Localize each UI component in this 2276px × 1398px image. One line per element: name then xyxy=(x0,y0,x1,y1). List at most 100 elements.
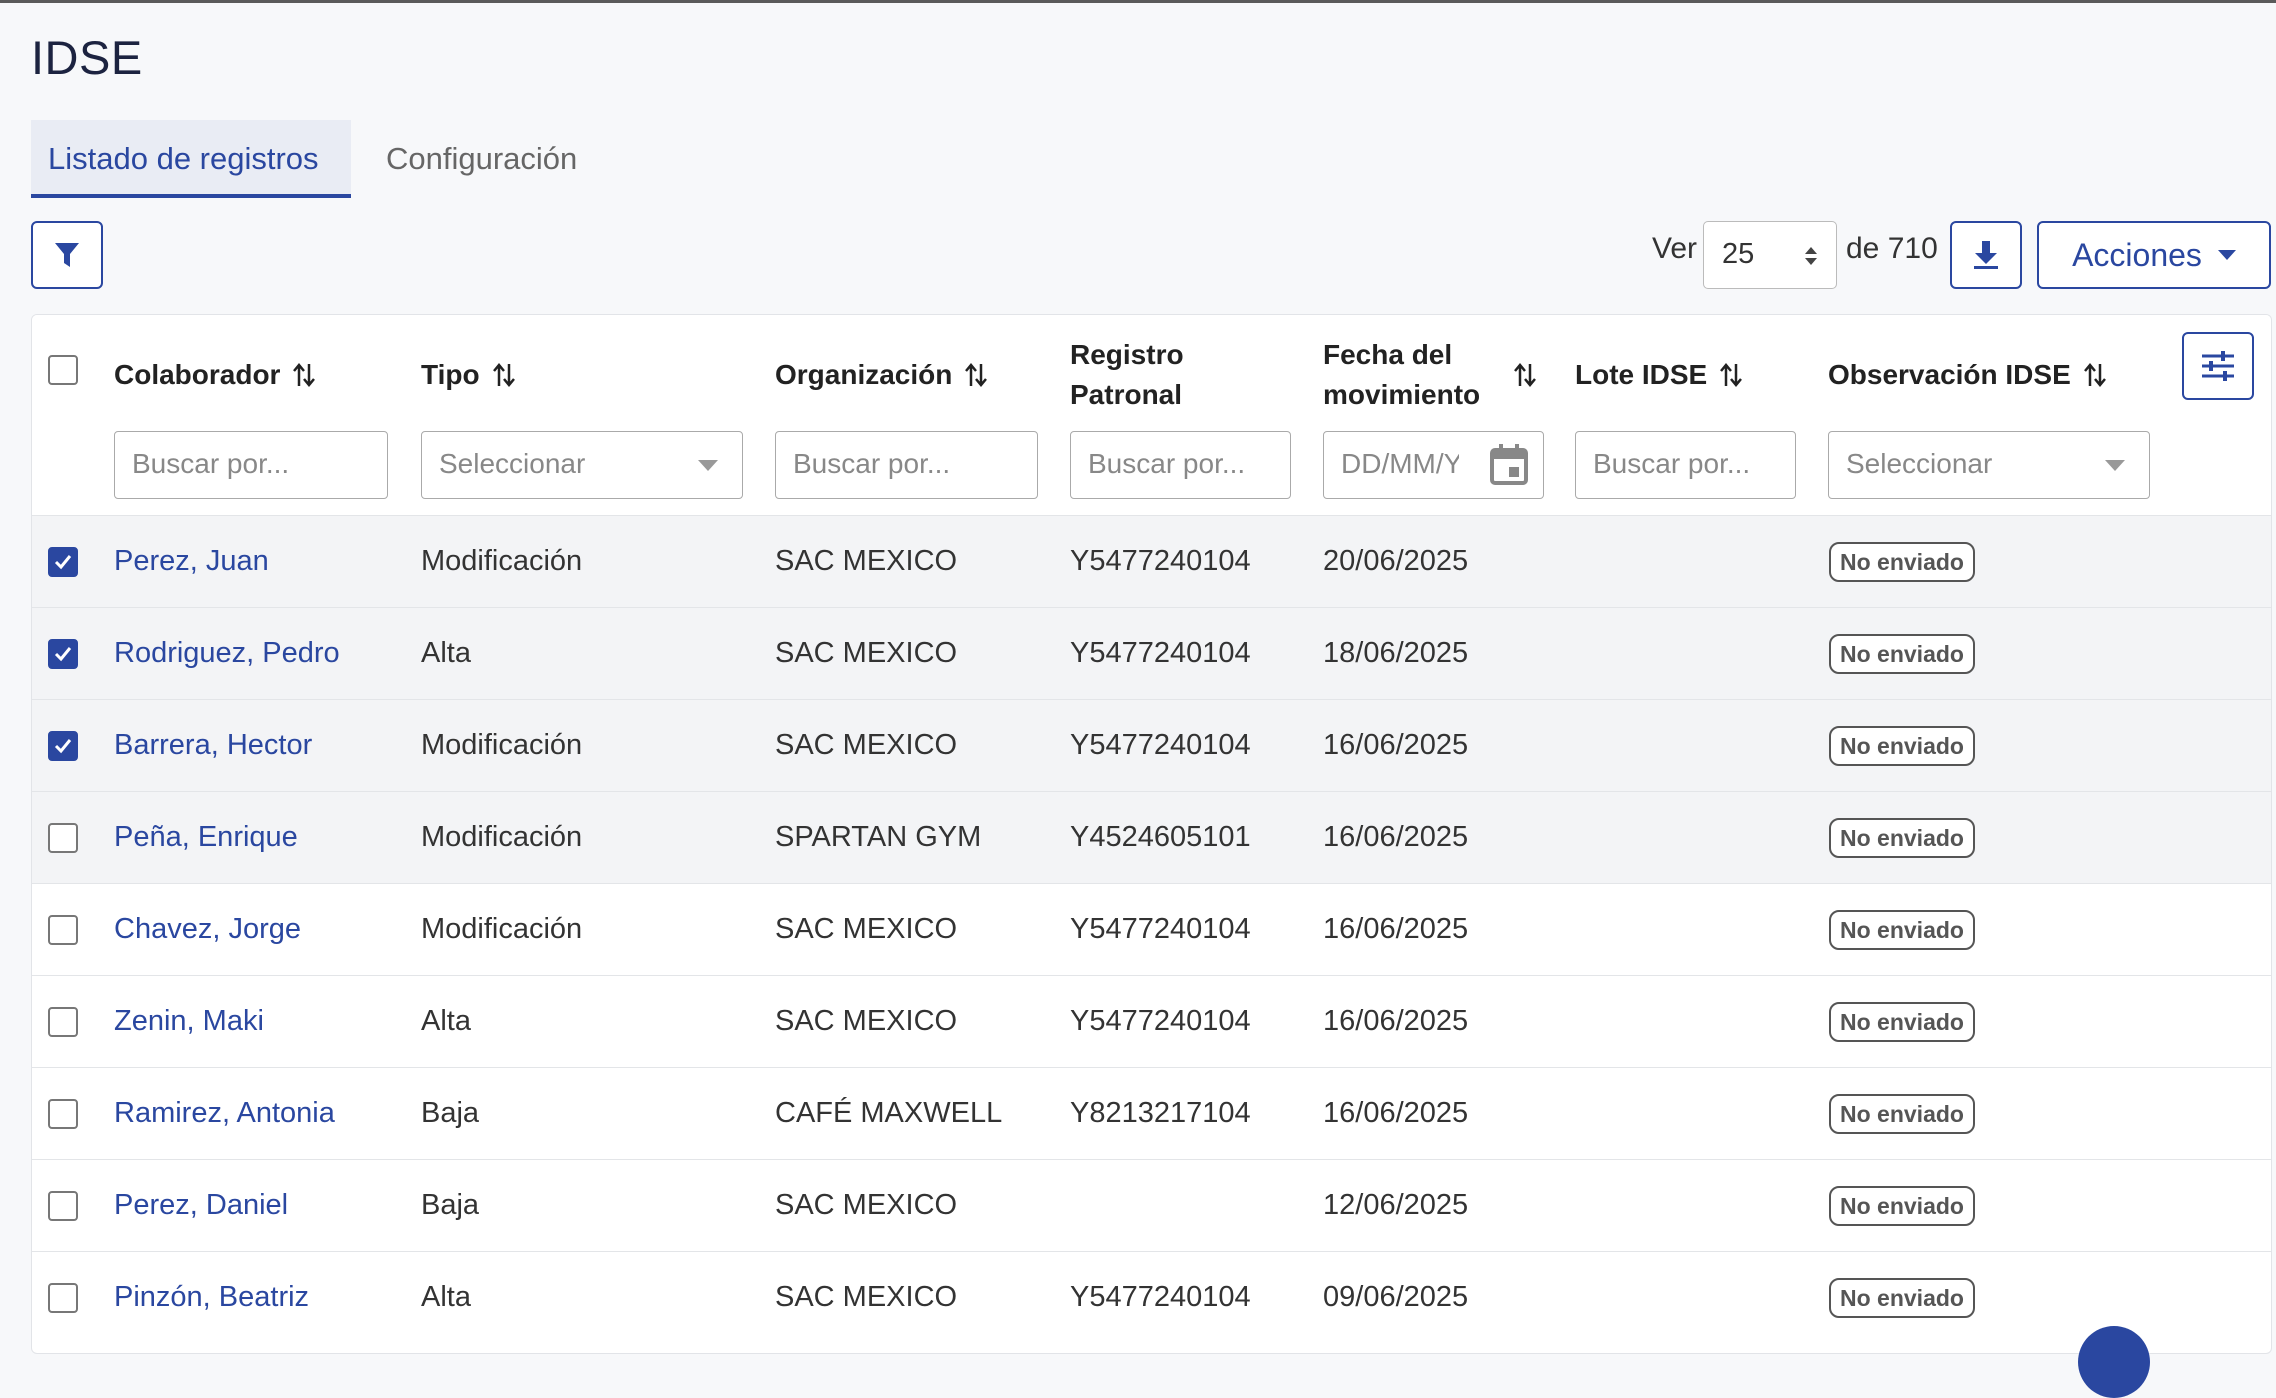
organizacion-cell: SAC MEXICO xyxy=(775,1005,958,1037)
fecha-date-input[interactable]: DD/MM/YYYY xyxy=(1323,431,1544,499)
top-border xyxy=(0,0,2276,3)
sort-icon xyxy=(1514,363,1536,387)
observacion-select[interactable]: Seleccionar xyxy=(1828,431,2150,499)
status-badge: No enviado xyxy=(1829,634,1975,674)
calendar-icon[interactable] xyxy=(1489,443,1529,487)
column-settings-button[interactable] xyxy=(2182,332,2254,400)
tab-configuracion[interactable]: Configuración xyxy=(369,120,594,198)
registro-patronal-cell: Y5477240104 xyxy=(1070,729,1251,761)
colaborador-link[interactable]: Pinzón, Beatriz xyxy=(114,1252,309,1342)
tab-listado-de-registros[interactable]: Listado de registros xyxy=(31,120,351,198)
acciones-dropdown[interactable]: Acciones xyxy=(2037,221,2271,289)
total-count: de 710 xyxy=(1846,232,1938,265)
colaborador-link[interactable]: Perez, Daniel xyxy=(114,1160,288,1250)
registro-patronal-cell: Y5477240104 xyxy=(1070,1281,1251,1313)
tipo-select[interactable]: Seleccionar xyxy=(421,431,743,499)
sort-icon xyxy=(492,363,515,387)
check-icon xyxy=(54,739,72,754)
organizacion-cell: SAC MEXICO xyxy=(775,1281,958,1313)
organizacion-search-input[interactable]: Buscar por... xyxy=(775,431,1038,499)
tipo-cell: Baja xyxy=(421,1097,480,1129)
acciones-label: Acciones xyxy=(2072,236,2202,273)
status-badge: No enviado xyxy=(1829,1186,1975,1226)
filter-icon xyxy=(55,243,79,267)
column-header-label: Lote IDSE xyxy=(1575,359,1708,390)
row-checkbox[interactable] xyxy=(48,1283,78,1313)
fecha-cell: 20/06/2025 xyxy=(1323,545,1469,577)
table-row: Perez, Juan Modificación SAC MEXICO Y547724… xyxy=(32,515,2271,607)
chevron-down-icon xyxy=(698,460,718,471)
tipo-cell: Modificación xyxy=(421,729,583,761)
download-icon xyxy=(1974,241,1998,269)
status-badge: No enviado xyxy=(1829,1002,1975,1042)
colaborador-link[interactable]: Zenin, Maki xyxy=(114,976,264,1066)
organizacion-cell: SPARTAN GYM xyxy=(775,821,982,853)
tipo-cell: Modificación xyxy=(421,545,583,577)
check-icon xyxy=(54,647,72,662)
organizacion-cell: SAC MEXICO xyxy=(775,545,958,577)
colaborador-link[interactable]: Rodriguez, Pedro xyxy=(114,608,340,698)
row-checkbox[interactable] xyxy=(48,1007,78,1037)
column-header-registro-patronal: Registro Patronal xyxy=(1070,335,1220,415)
download-button[interactable] xyxy=(1950,221,2022,289)
column-header-organizacion[interactable]: Organización xyxy=(775,355,988,395)
column-header-fecha[interactable]: Fecha del movimiento xyxy=(1323,335,1555,415)
column-header-label: Registro Patronal xyxy=(1070,339,1184,410)
row-checkbox[interactable] xyxy=(48,639,78,669)
fecha-cell: 12/06/2025 xyxy=(1323,1189,1469,1221)
column-header-colaborador[interactable]: Colaborador xyxy=(114,355,316,395)
page-title: IDSE xyxy=(31,31,143,84)
registro-patronal-cell: Y5477240104 xyxy=(1070,1005,1251,1037)
row-checkbox[interactable] xyxy=(48,547,78,577)
table-row: Peña, Enrique Modificación SPARTAN GYM Y452… xyxy=(32,791,2271,883)
organizacion-cell: CAFÉ MAXWELL xyxy=(775,1097,1003,1129)
colaborador-search-input[interactable]: Buscar por... xyxy=(114,431,388,499)
table-row: Chavez, Jorge Modificación SAC MEXICO Y5477… xyxy=(32,883,2271,975)
column-header-label: Organización xyxy=(775,359,953,390)
registro-patronal-cell: Y5477240104 xyxy=(1070,637,1251,669)
select-all-checkbox[interactable] xyxy=(48,355,78,385)
row-checkbox[interactable] xyxy=(48,1191,78,1221)
fecha-date-placeholder: DD/MM/YYYY xyxy=(1341,448,1459,479)
colaborador-link[interactable]: Ramirez, Antonia xyxy=(114,1068,335,1158)
status-badge: No enviado xyxy=(1829,1094,1975,1134)
column-header-tipo[interactable]: Tipo xyxy=(421,355,516,395)
fecha-cell: 16/06/2025 xyxy=(1323,1097,1469,1129)
sort-icon xyxy=(2083,363,2106,387)
colaborador-link[interactable]: Perez, Juan xyxy=(114,516,269,606)
sort-icon xyxy=(1720,363,1743,387)
registro-search-input[interactable]: Buscar por... xyxy=(1070,431,1291,499)
colaborador-link[interactable]: Peña, Enrique xyxy=(114,792,298,882)
column-header-lote-idse[interactable]: Lote IDSE xyxy=(1575,355,1743,395)
organizacion-cell: SAC MEXICO xyxy=(775,637,958,669)
row-checkbox[interactable] xyxy=(48,915,78,945)
colaborador-link[interactable]: Chavez, Jorge xyxy=(114,884,301,974)
status-badge: No enviado xyxy=(1829,1278,1975,1318)
tipo-select-placeholder: Seleccionar xyxy=(439,448,586,479)
floating-action-button[interactable] xyxy=(2078,1326,2150,1398)
colaborador-link[interactable]: Barrera, Hector xyxy=(114,700,312,790)
lote-search-input[interactable]: Buscar por... xyxy=(1575,431,1796,499)
sort-icon xyxy=(965,363,988,387)
status-badge: No enviado xyxy=(1829,910,1975,950)
registro-patronal-cell: Y5477240104 xyxy=(1070,913,1251,945)
table-row: Perez, Daniel Baja SAC MEXICO 12/06/2025 No … xyxy=(32,1159,2271,1251)
status-badge: No enviado xyxy=(1829,726,1975,766)
tipo-cell: Baja xyxy=(421,1189,480,1221)
tipo-cell: Alta xyxy=(421,1281,471,1313)
tipo-cell: Modificación xyxy=(421,821,583,853)
row-checkbox[interactable] xyxy=(48,731,78,761)
sort-icon xyxy=(293,363,316,387)
column-header-observacion-idse[interactable]: Observación IDSE xyxy=(1828,355,2107,395)
table-row: Barrera, Hector Modificación SAC MEXICO Y54… xyxy=(32,699,2271,791)
filter-button[interactable] xyxy=(31,221,103,289)
status-badge: No enviado xyxy=(1829,818,1975,858)
tipo-cell: Alta xyxy=(421,1005,471,1037)
registro-patronal-cell: Y4524605101 xyxy=(1070,821,1251,853)
page-size-select[interactable]: 25 xyxy=(1703,221,1837,289)
row-checkbox[interactable] xyxy=(48,1099,78,1129)
chevron-down-icon xyxy=(2105,460,2125,471)
row-checkbox[interactable] xyxy=(48,823,78,853)
records-table: Colaborador Tipo Organización Registro P… xyxy=(31,314,2272,1354)
observacion-select-placeholder: Seleccionar xyxy=(1846,448,1993,479)
